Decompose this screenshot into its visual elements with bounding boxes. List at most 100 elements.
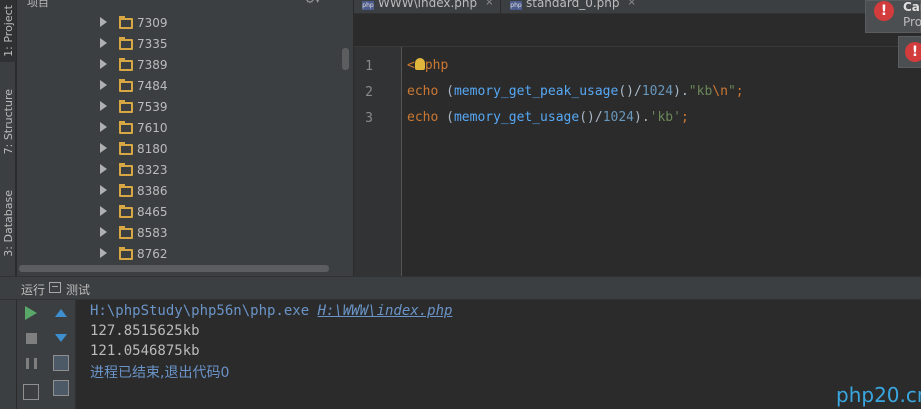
pause-button[interactable] xyxy=(21,353,41,373)
dump-threads-icon xyxy=(23,384,39,400)
stop-button[interactable] xyxy=(21,328,41,348)
tree-folder-row[interactable]: 8583 xyxy=(17,223,342,244)
lightbulb-icon[interactable] xyxy=(414,58,425,70)
scroll-up-button[interactable] xyxy=(51,303,71,323)
dump-threads-button[interactable] xyxy=(21,382,41,402)
folder-icon xyxy=(119,79,133,92)
project-horizontal-scrollbar[interactable] xyxy=(19,265,329,272)
line-number: 3 xyxy=(365,111,373,126)
scroll-to-end-button[interactable] xyxy=(51,378,71,398)
play-icon xyxy=(25,306,37,320)
folder-icon xyxy=(119,184,133,197)
expand-arrow-icon[interactable] xyxy=(100,17,107,27)
tree-folder-row[interactable]: 8386 xyxy=(17,181,342,202)
console-output-line: 121.0546875kb xyxy=(90,343,200,359)
close-icon[interactable]: × xyxy=(628,0,636,8)
folder-icon xyxy=(119,142,133,155)
code-semicolon: ; xyxy=(735,84,744,99)
error-icon: ! xyxy=(874,1,894,21)
close-icon[interactable]: × xyxy=(485,0,493,8)
tab-index-php[interactable]: php WWW\index.php × xyxy=(362,0,494,13)
line-number: 1 xyxy=(365,59,373,74)
code-semicolon: ; xyxy=(680,110,689,125)
code-line-3[interactable]: echo (memory_get_usage()/1024).'kb'; xyxy=(407,110,689,125)
echo-keyword: echo xyxy=(407,110,439,125)
expand-arrow-icon[interactable] xyxy=(100,206,107,216)
folder-icon xyxy=(119,100,133,113)
code-punct: ). xyxy=(634,110,650,125)
scroll-to-end-icon xyxy=(53,380,69,396)
folder-name: 7309 xyxy=(137,16,168,30)
tree-folder-row[interactable]: 7335 xyxy=(17,34,342,55)
code-line-2[interactable]: echo (memory_get_peak_usage()/1024)."kb\… xyxy=(407,84,744,99)
tab-standard-php[interactable]: php standard_0.php × xyxy=(510,0,636,13)
folder-name: 8465 xyxy=(137,205,168,219)
scroll-down-button[interactable] xyxy=(51,328,71,348)
code-punct: ()/ xyxy=(618,84,642,99)
rerun-button[interactable] xyxy=(21,303,41,323)
expand-arrow-icon[interactable] xyxy=(100,227,107,237)
folder-icon xyxy=(119,58,133,71)
expand-arrow-icon[interactable] xyxy=(100,122,107,132)
run-config-icon xyxy=(49,282,61,293)
tree-folder-row[interactable]: 8323 xyxy=(17,160,342,181)
tab-structure[interactable]: 7: Structure xyxy=(0,84,16,160)
tree-folder-row[interactable]: 7309 xyxy=(17,13,342,34)
expand-arrow-icon[interactable] xyxy=(100,248,107,258)
folder-name: 8583 xyxy=(137,226,168,240)
code-punct: ( xyxy=(438,84,454,99)
run-config-name[interactable]: 测试 xyxy=(66,281,90,298)
folder-name: 8180 xyxy=(137,142,168,156)
folder-icon xyxy=(119,37,133,50)
tree-folder-row[interactable]: 8465 xyxy=(17,202,342,223)
run-toolbar xyxy=(17,300,76,409)
tree-folder-row[interactable]: 8180 xyxy=(17,139,342,160)
run-left-strip xyxy=(0,300,16,409)
expand-arrow-icon[interactable] xyxy=(100,101,107,111)
code-line-1[interactable]: < php xyxy=(407,58,448,73)
notification-title: Can xyxy=(903,0,921,14)
string-literal: 'kb' xyxy=(649,110,681,125)
php-file-icon: php xyxy=(362,1,374,10)
php-tag: php xyxy=(424,58,449,73)
watermark-text: php20.cn xyxy=(836,383,921,407)
line-number-gutter: 1 2 3 xyxy=(354,47,401,276)
expand-arrow-icon[interactable] xyxy=(100,80,107,90)
notification-body: Pro xyxy=(903,15,921,29)
project-vertical-scrollbar[interactable] xyxy=(342,48,349,70)
console-output[interactable]: H:\phpStudy\php56n\php.exe H:\WWW\index.… xyxy=(77,300,921,409)
expand-arrow-icon[interactable] xyxy=(100,143,107,153)
folder-icon xyxy=(119,121,133,134)
editor-top-rule xyxy=(354,46,921,47)
folder-icon xyxy=(119,163,133,176)
tab-database[interactable]: 3: Database xyxy=(0,180,16,266)
console-script-link[interactable]: H:\WWW\index.php xyxy=(318,303,453,319)
folder-name: 7335 xyxy=(137,37,168,51)
tree-folder-row[interactable]: 7389 xyxy=(17,55,342,76)
escape-sequence: \n xyxy=(712,84,728,99)
tab-structure-label: 7: Structure xyxy=(1,89,15,155)
folder-icon xyxy=(119,247,133,260)
error-notification[interactable]: ! Can Pro xyxy=(865,0,921,33)
tab-project[interactable]: 1: Project xyxy=(0,0,16,62)
arrow-up-icon xyxy=(55,309,67,317)
console-exe-path: H:\phpStudy\php56n\php.exe xyxy=(90,303,318,319)
tree-folder-row[interactable]: 7484 xyxy=(17,76,342,97)
tab-label: WWW\index.php xyxy=(378,0,478,10)
string-literal: "kb xyxy=(688,84,713,99)
tree-folder-row[interactable]: 7610 xyxy=(17,118,342,139)
error-notification-2[interactable]: ! xyxy=(898,36,921,68)
tree-folder-row[interactable]: 8762 xyxy=(17,244,342,265)
expand-arrow-icon[interactable] xyxy=(100,185,107,195)
code-editor: php WWW\index.php × php standard_0.php ×… xyxy=(354,0,921,276)
code-punct: ( xyxy=(438,110,454,125)
folder-name: 8323 xyxy=(137,163,168,177)
soft-wrap-button[interactable] xyxy=(51,353,71,373)
gear-icon[interactable]: ⚙▾ xyxy=(305,0,320,6)
expand-arrow-icon[interactable] xyxy=(100,59,107,69)
expand-arrow-icon[interactable] xyxy=(100,38,107,48)
string-literal: " xyxy=(727,84,736,99)
code-punct: ()/ xyxy=(579,110,603,125)
expand-arrow-icon[interactable] xyxy=(100,164,107,174)
tree-folder-row[interactable]: 7539 xyxy=(17,97,342,118)
